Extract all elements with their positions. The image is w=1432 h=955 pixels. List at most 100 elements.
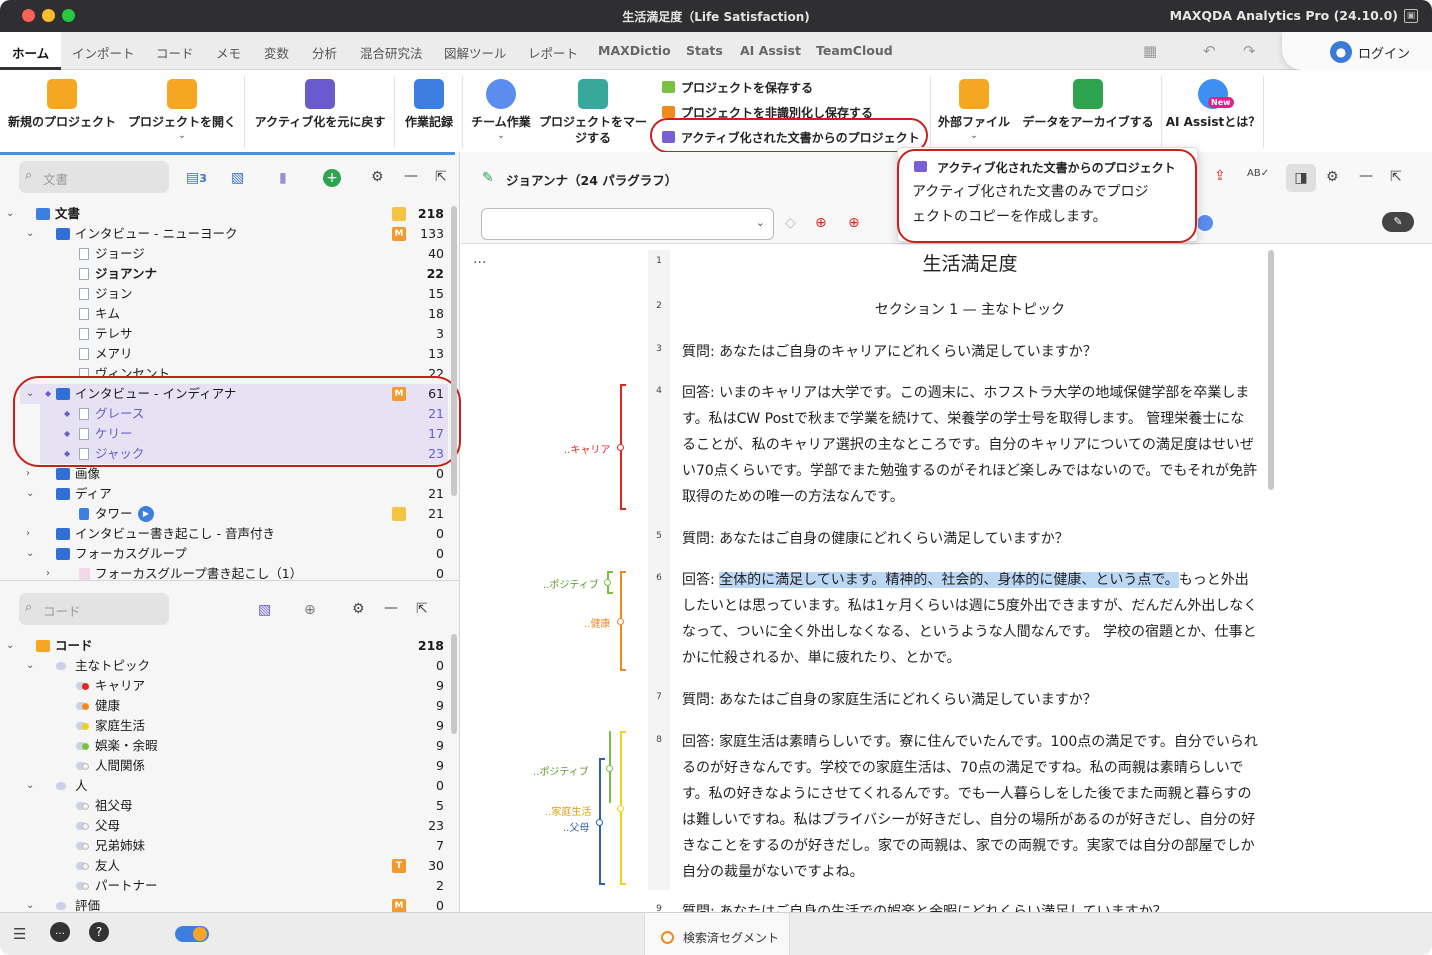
tree-row-doc-group[interactable]: › 画像 0 — [0, 464, 452, 484]
tab-stats[interactable]: Stats — [686, 43, 723, 58]
tree-row-documents[interactable]: ⌄ 文書 218 — [0, 204, 452, 224]
code-tree-row[interactable]: 健康 9 — [0, 696, 452, 716]
edit-document-icon[interactable]: ✎ — [482, 170, 494, 186]
tab-import[interactable]: インポート — [72, 43, 135, 62]
document-set-icon[interactable]: ▮ — [279, 170, 287, 186]
tree-row-doc-group[interactable]: › インタビュー書き起こし - 音声付き 0 — [0, 524, 452, 544]
code-set-icon[interactable]: ⊕ — [304, 602, 316, 618]
selected-text[interactable]: 全体的に満足しています。精神的、社会的、身体的に健康、という点で。 — [719, 572, 1179, 588]
tab-teamcloud[interactable]: TeamCloud — [816, 43, 893, 58]
code-label-career[interactable]: ..キャリア — [564, 441, 610, 456]
tree-row-document[interactable]: ジョージ 40 — [0, 244, 452, 264]
tab-home[interactable]: ホーム — [0, 32, 62, 70]
undock-icon[interactable]: ⇱ — [1390, 169, 1402, 185]
gear-icon[interactable]: ⚙ — [352, 601, 365, 617]
code-tree-row[interactable]: 父母 23 — [0, 816, 452, 836]
merge-projects-button[interactable]: プロジェクトをマー ジする — [538, 79, 648, 146]
tree-row-document[interactable]: メアリ 13 — [0, 344, 452, 364]
tree-row-document-open[interactable]: ジョアンナ 22 — [0, 264, 452, 284]
login-area[interactable]: ● ログイン — [1282, 32, 1432, 70]
tab-mixed-methods[interactable]: 混合研究法 — [360, 43, 423, 62]
code-tree-row[interactable]: キャリア 9 — [0, 676, 452, 696]
code-tree-row[interactable]: 家庭生活 9 — [0, 716, 452, 736]
edit-mode-toggle[interactable]: ✎ — [1382, 212, 1414, 232]
activated-documents-icon[interactable]: ▤3 — [186, 170, 207, 186]
code-tree-row[interactable]: 友人 T 30 — [0, 856, 452, 876]
new-document-icon[interactable]: ▧ — [231, 170, 244, 186]
document-panel-scrollbar[interactable] — [451, 206, 457, 496]
code-tree-row-parent[interactable]: ⌄ 評価 M 0 — [0, 896, 452, 912]
tab-memos[interactable]: メモ — [216, 43, 241, 62]
toggle-icon[interactable] — [175, 926, 209, 942]
memo-icon[interactable] — [392, 507, 406, 521]
code-with-new-code-icon[interactable]: ⊕ — [815, 215, 827, 231]
document-scrollbar[interactable] — [1268, 250, 1274, 490]
tab-reports[interactable]: レポート — [528, 43, 578, 62]
code-tree-row[interactable]: 娯楽・余暇 9 — [0, 736, 452, 756]
code-dropdown[interactable]: ⌄ — [481, 208, 774, 240]
retrieved-segments-tab[interactable]: 検索済セグメント — [644, 913, 790, 955]
code-tree-row[interactable]: 祖父母 5 — [0, 796, 452, 816]
work-log-button[interactable]: 作業記録 — [400, 79, 458, 130]
tree-row-media-document[interactable]: タワー ▶ 21 — [0, 504, 452, 524]
undo-icon[interactable]: ↶ — [1203, 42, 1216, 60]
license-icon[interactable]: ▣ — [1404, 9, 1418, 23]
side-panel-icon[interactable]: ◨ — [1286, 164, 1316, 192]
more-options-icon[interactable]: ··· — [473, 255, 486, 271]
code-label-positive[interactable]: ..ポジティブ — [543, 576, 599, 591]
document-search-input[interactable]: ⌕ 文書 — [19, 161, 169, 193]
tree-row-document[interactable]: テレサ 3 — [0, 324, 452, 344]
tab-maxdictio[interactable]: MAXDictio — [598, 43, 671, 58]
code-tree-row-root[interactable]: ⌄ コード 218 — [0, 636, 452, 656]
open-project-button[interactable]: プロジェクトを開く ⌄ — [126, 79, 238, 142]
highlight-code-icon[interactable]: ◇ — [785, 215, 796, 231]
login-label[interactable]: ログイン — [1358, 43, 1410, 62]
code-tree-row-parent[interactable]: ⌄ 人 0 — [0, 776, 452, 796]
save-project-button[interactable]: プロジェクトを保存する — [662, 79, 813, 96]
play-icon[interactable]: ▶ — [138, 506, 154, 522]
undock-icon[interactable]: ⇱ — [416, 601, 428, 617]
chat-icon[interactable]: … — [50, 922, 70, 942]
code-tree-row[interactable]: パートナー 2 — [0, 876, 452, 896]
tab-codes[interactable]: コード — [156, 43, 194, 62]
tree-row-doc-group[interactable]: ⌄ フォーカスグループ 0 — [0, 544, 452, 564]
code-panel-scrollbar[interactable] — [451, 634, 457, 734]
memo-icon[interactable]: T — [392, 859, 406, 873]
new-project-button[interactable]: 新規のプロジェクト — [6, 79, 118, 130]
memo-icon[interactable]: M — [392, 899, 406, 912]
code-tree-row-parent[interactable]: ⌄ 主なトピック 0 — [0, 656, 452, 676]
chevron-down-icon[interactable]: ⌄ — [126, 130, 238, 142]
memo-icon[interactable]: M — [392, 227, 406, 241]
layout-icon[interactable]: ▦ — [1143, 42, 1157, 60]
code-label-family[interactable]: ..家庭生活 — [545, 803, 591, 818]
new-code-icon[interactable]: ▧ — [258, 602, 271, 618]
gear-icon[interactable]: ⚙ — [1326, 169, 1339, 185]
tab-ai-assist[interactable]: AI Assist — [740, 43, 801, 58]
spell-check-icon[interactable]: AB✓ — [1247, 168, 1269, 179]
code-label-parents[interactable]: ..父母 — [563, 819, 589, 834]
tab-analysis[interactable]: 分析 — [312, 43, 337, 62]
ai-assist-small-icon[interactable] — [1197, 215, 1213, 231]
minimize-panel-icon[interactable]: — — [384, 600, 398, 616]
settings-sliders-icon[interactable]: ☰ — [13, 925, 26, 943]
code-label-health[interactable]: ..健康 — [584, 615, 610, 630]
add-icon[interactable]: + — [323, 169, 341, 187]
redo-icon[interactable]: ↷ — [1243, 42, 1256, 60]
minimize-panel-icon[interactable]: — — [404, 168, 418, 184]
minimize-panel-icon[interactable]: — — [1359, 168, 1373, 184]
chevron-down-icon[interactable]: ⌄ — [468, 130, 534, 142]
tab-visual-tools[interactable]: 図解ツール — [444, 43, 507, 62]
teamwork-button[interactable]: チーム作業 ⌄ — [468, 79, 534, 142]
undock-icon[interactable]: ⇱ — [435, 169, 447, 185]
tree-row-doc-group[interactable]: ⌄ インタビュー - ニューヨーク M 133 — [0, 224, 452, 244]
tree-row-document[interactable]: ジョン 15 — [0, 284, 452, 304]
tree-row-document[interactable]: キム 18 — [0, 304, 452, 324]
external-files-button[interactable]: 外部ファイル ⌄ — [934, 79, 1014, 142]
tree-row-doc-group[interactable]: ⌄ ディア 21 — [0, 484, 452, 504]
ai-assist-info-button[interactable]: New AI Assistとは？ — [1164, 79, 1262, 130]
memo-icon[interactable] — [392, 207, 406, 221]
code-label-positive[interactable]: ..ポジティブ — [533, 763, 589, 778]
gear-icon[interactable]: ⚙ — [371, 169, 384, 185]
help-icon[interactable]: ? — [89, 922, 109, 942]
code-tree-row[interactable]: 兄弟姉妹 7 — [0, 836, 452, 856]
